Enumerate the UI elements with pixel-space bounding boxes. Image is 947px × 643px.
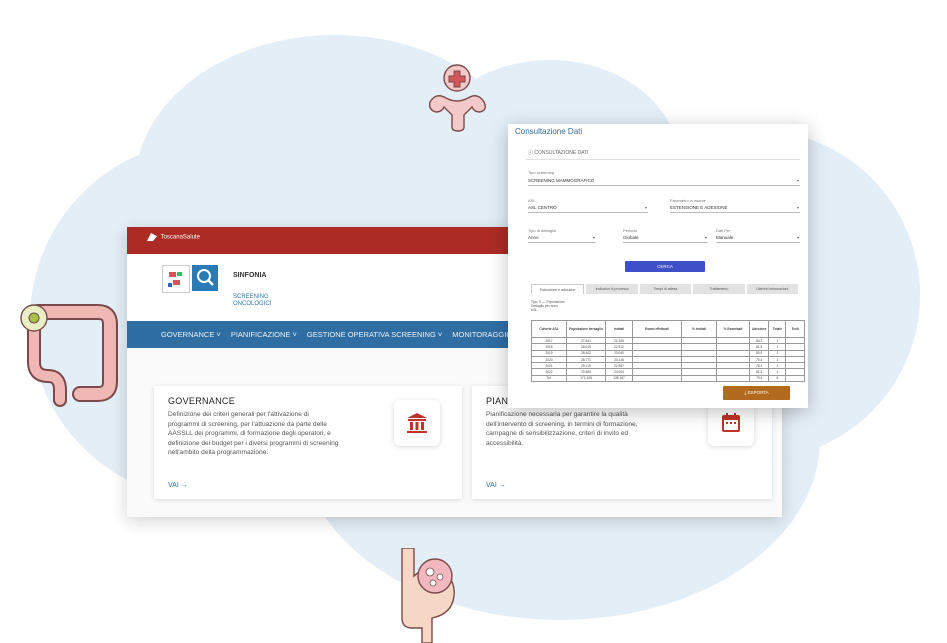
table-cell: Tot. [531, 374, 567, 383]
divider [526, 159, 800, 160]
app-name: SINFONIA [233, 272, 267, 279]
chevron-down-icon: ▾ [796, 205, 799, 210]
chevron-down-icon: ▾ [796, 235, 799, 240]
chevron-down-icon: ▾ [796, 178, 799, 183]
select-value: ESTENSIONE E ADESIONE [670, 205, 728, 210]
table-header-row: Cohorte ASL Popolazione bersaglio Invita… [531, 320, 806, 338]
table-cell: 6 [768, 374, 787, 383]
export-button[interactable]: ⤓ ESPORTA [723, 386, 790, 400]
tab-estensione[interactable]: Estensione e adesione [531, 284, 585, 294]
card-desc-line: definizione dei budget per i diversi pro… [168, 439, 339, 447]
tab-ulteriori[interactable]: Ulteriori informazioni [746, 284, 799, 294]
table-body: 2017 27.641 22.106 84.2 1 2018 28.019 22.912 81.… [531, 336, 806, 383]
field-label-dati-per: Dati Per [716, 228, 731, 233]
governance-icon-box [394, 400, 440, 446]
region-logo[interactable]: ToscanaSalute [147, 233, 200, 241]
table-cell [785, 374, 806, 383]
table-intro: Tipo: S — Popolazione Dettaglio per anno… [531, 300, 565, 312]
uterus-icon [428, 64, 487, 132]
select-asl[interactable]: ASL CENTRO ▾ [528, 205, 648, 213]
col-header: Adesione [748, 320, 770, 338]
col-header: Invitati [605, 320, 633, 338]
table-row: Tot. 171.428 135.167 79.4 6 [531, 374, 806, 383]
vai-link[interactable]: VAI → [486, 482, 506, 489]
card-desc-line: AASSLL dei programmi, di formazione degl… [168, 430, 331, 437]
export-label: ESPORTA [747, 390, 769, 395]
select-value: Anno [528, 235, 539, 240]
table-cell: 135.167 [605, 374, 633, 383]
card-desc-line: nell'ambito della programmazione. [168, 449, 269, 456]
field-label-parametro: Parametro in esame [670, 198, 707, 203]
select-dati-per[interactable]: Manuale ▾ [716, 235, 800, 243]
result-tabs: Estensione e adesione Indicatori di proc… [531, 284, 799, 294]
tab-tempi[interactable]: Tempi di attesa [639, 284, 692, 294]
popup-subtitle: ⓘ CONSULTAZIONE DATI [528, 149, 589, 156]
consultazione-dati-window: Consultazione Dati ⓘ CONSULTAZIONE DATI … [508, 124, 808, 408]
col-header: Cohorte ASL [531, 320, 567, 338]
card-desc-line: dell'intervento di screening, in termini… [486, 420, 638, 428]
card-desc-line: Definizione dei criteri generali per l'a… [168, 411, 309, 418]
table-cell [681, 374, 717, 383]
colon-icon [20, 304, 118, 407]
card-desc-line: programmi di screening, per l'attuazione… [168, 420, 327, 428]
chevron-down-icon: ▾ [644, 205, 647, 210]
table-cell [716, 374, 750, 383]
col-header: Esami effettuati [632, 320, 682, 338]
bank-icon [407, 413, 427, 433]
card-description: Pianificazione necessaria per garantire … [486, 410, 638, 448]
table-cell [632, 374, 682, 383]
logo-mark-icon [147, 233, 157, 241]
col-header: Popolazione bersaglio [566, 320, 606, 338]
nav-gestione-operativa[interactable]: GESTIONE OPERATIVA SCREENING ˅ [307, 330, 442, 339]
select-dettaglio[interactable]: Anno ▾ [528, 235, 596, 243]
tab-indicatori[interactable]: Indicatori di processo [586, 284, 638, 294]
col-header: Totale [768, 320, 787, 338]
screening-search-icon [192, 265, 218, 291]
table-cell: 79.4 [748, 374, 770, 383]
select-value: SCREENING MAMMOGRAFICO [528, 178, 595, 183]
data-table: Cohorte ASL Popolazione bersaglio Invita… [531, 320, 806, 383]
vai-link[interactable]: VAI → [168, 482, 188, 489]
nav-governance[interactable]: GOVERNANCE ˅ [161, 330, 221, 339]
select-value: Manuale [716, 235, 734, 240]
select-value: ASL CENTRO [528, 205, 557, 210]
chevron-down-icon: ▾ [704, 235, 707, 240]
governance-card[interactable]: GOVERNANCE Definizione dei criteri gener… [154, 386, 462, 499]
popup-title: Consultazione Dati [515, 127, 583, 136]
card-desc-line: accessibilità. [486, 439, 524, 447]
app-subtitle: SCREENING ONCOLOGICI [233, 294, 272, 307]
calendar-icon [722, 413, 740, 432]
chevron-down-icon: ▾ [592, 235, 595, 240]
select-value: Globale [623, 235, 639, 240]
table-intro-line: ASL [531, 308, 538, 312]
select-tipo-screening[interactable]: SCREENING MAMMOGRAFICO ▾ [528, 178, 800, 186]
select-periodo[interactable]: Globale ▾ [623, 235, 708, 243]
col-header: Esiti [785, 320, 806, 338]
table-cell: 171.428 [566, 374, 606, 383]
field-label-periodo: Periodo [623, 228, 637, 233]
card-title: GOVERNANCE [168, 396, 236, 406]
breast-icon [401, 548, 455, 643]
app-logo-icon [162, 265, 190, 293]
card-desc-line: campagne di sensibilizzazione, criteri d… [486, 430, 629, 437]
select-parametro[interactable]: ESTENSIONE E ADESIONE ▾ [670, 205, 800, 213]
tab-trattamento[interactable]: Trattamento [693, 284, 745, 294]
logo-text: ToscanaSalute [160, 234, 200, 241]
col-header: % Invitati [681, 320, 717, 338]
card-description: Definizione dei criteri generali per l'a… [168, 410, 338, 458]
popup-subtitle-text: CONSULTAZIONE DATI [534, 150, 589, 156]
nav-pianificazione[interactable]: PIANIFICAZIONE ˅ [231, 330, 297, 339]
field-label-asl: ASL [528, 198, 536, 203]
col-header: % Esaminati [716, 320, 750, 338]
field-label-tipo-screening: Tipo screening [528, 170, 555, 175]
search-button[interactable]: CERCA [625, 261, 705, 272]
card-desc-line: Pianificazione necessaria per garantire … [486, 411, 628, 418]
field-label-dettaglio: Tipo di dettaglio [528, 228, 557, 233]
